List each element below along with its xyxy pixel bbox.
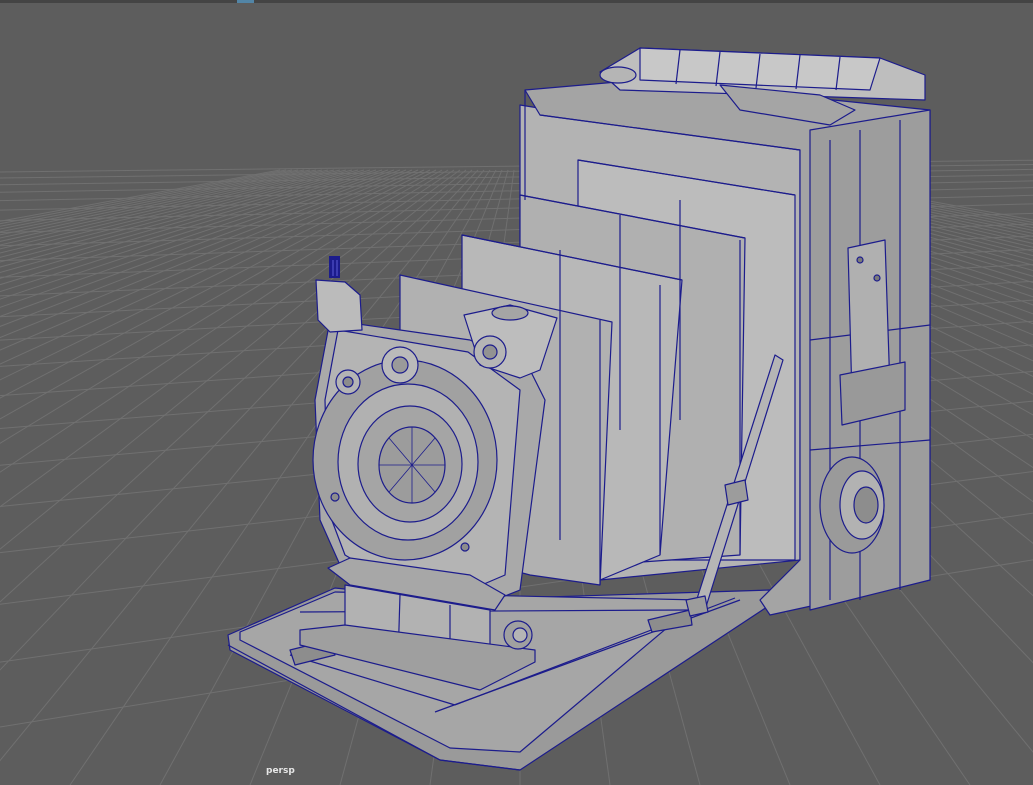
release-pin xyxy=(329,256,340,278)
camera-name-label: persp xyxy=(266,766,295,776)
camera-model[interactable] xyxy=(227,47,931,771)
grid-line xyxy=(0,169,353,263)
grid-line xyxy=(0,169,311,236)
grid-line xyxy=(0,169,323,242)
grid-line xyxy=(0,169,281,222)
maya-perspective-viewport[interactable]: persp xyxy=(0,0,1033,785)
camera-model-scene[interactable] xyxy=(0,0,1033,785)
grid-line xyxy=(0,169,293,227)
front-post xyxy=(315,279,363,333)
grid-line xyxy=(0,169,305,233)
grid-line xyxy=(0,169,317,239)
grid-line xyxy=(0,169,347,258)
lens-glass-wires xyxy=(379,427,445,503)
grid-line xyxy=(0,169,287,225)
